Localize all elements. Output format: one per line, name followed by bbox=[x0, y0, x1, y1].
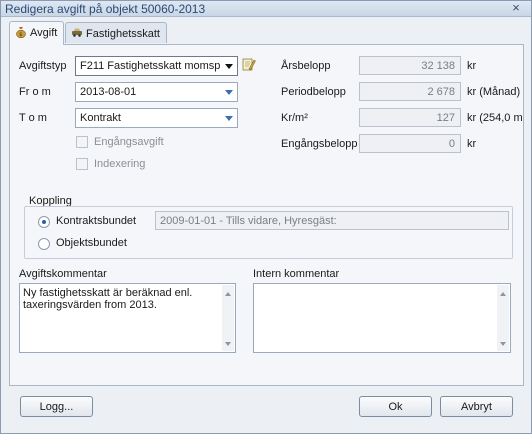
kontraktsbundet-label: Kontraktsbundet bbox=[56, 215, 137, 227]
periodbelopp-value: 2 678 bbox=[427, 86, 455, 98]
engangsavgift-checkbox[interactable] bbox=[76, 136, 88, 148]
objektsbundet-label: Objektsbundet bbox=[56, 237, 127, 249]
avgiftstyp-select[interactable]: F211 Fastighetsskatt momsp bbox=[75, 56, 238, 76]
engangsavgift-label: Engångsavgift bbox=[94, 136, 164, 148]
from-label: Fr o m bbox=[19, 86, 51, 98]
kontraktsbundet-radio[interactable] bbox=[38, 216, 50, 228]
logg-button-label: Logg... bbox=[39, 401, 74, 413]
arsbelopp-value: 32 138 bbox=[421, 60, 455, 72]
tab-panel-avgift: Avgiftstyp F211 Fastighetsskatt momsp Fr… bbox=[9, 44, 524, 386]
tom-select[interactable]: Kontrakt bbox=[75, 108, 238, 128]
tab-strip: $ Avgift Fastighetsskatt bbox=[9, 21, 524, 45]
intern-kommentar-label: Intern kommentar bbox=[253, 268, 340, 280]
avbryt-button[interactable]: Avbryt bbox=[440, 396, 513, 417]
tom-label: T o m bbox=[19, 112, 47, 124]
window-title: Redigera avgift på objekt 50060-2013 bbox=[5, 2, 206, 16]
krm2-unit: kr (254,0 m bbox=[467, 112, 523, 124]
engangsbelopp-field: 0 bbox=[359, 134, 461, 153]
chevron-down-icon bbox=[225, 64, 233, 69]
chevron-down-icon bbox=[225, 90, 233, 95]
ok-button-label: Ok bbox=[388, 401, 403, 413]
title-bar[interactable]: Redigera avgift på objekt 50060-2013 × bbox=[1, 1, 531, 17]
chevron-down-icon bbox=[225, 116, 233, 121]
kontrakt-text: 2009-01-01 - Tills vidare, Hyresgäst: bbox=[160, 215, 337, 227]
svg-text:$: $ bbox=[19, 32, 22, 38]
from-value: 2013-08-01 bbox=[80, 86, 137, 98]
tab-avgift[interactable]: $ Avgift bbox=[9, 21, 65, 45]
scroll-up-icon[interactable] bbox=[225, 292, 231, 296]
dialog-window: Redigera avgift på objekt 50060-2013 × $… bbox=[0, 0, 532, 434]
tab-avgift-label: Avgift bbox=[30, 27, 58, 39]
car-icon bbox=[72, 28, 82, 37]
tom-value: Kontrakt bbox=[80, 112, 121, 124]
arsbelopp-unit: kr bbox=[467, 60, 477, 72]
objektsbundet-radio[interactable] bbox=[38, 238, 50, 250]
engangsbelopp-value: 0 bbox=[448, 138, 455, 150]
periodbelopp-field: 2 678 bbox=[359, 82, 461, 101]
intern-kommentar-textarea[interactable] bbox=[253, 283, 511, 353]
periodbelopp-label: Periodbelopp bbox=[281, 86, 346, 98]
krm2-value: 127 bbox=[436, 112, 455, 124]
avgiftskommentar-textarea[interactable]: Ny fastighetsskatt är beräknad enl. taxe… bbox=[19, 283, 236, 353]
tab-fastighetsskatt[interactable]: Fastighetsskatt bbox=[65, 22, 167, 43]
engangsbelopp-unit: kr bbox=[467, 138, 477, 150]
logg-button[interactable]: Logg... bbox=[20, 396, 93, 417]
avgiftstyp-label: Avgiftstyp bbox=[19, 60, 67, 72]
krm2-field: 127 bbox=[359, 108, 461, 127]
krm2-label: Kr/m² bbox=[281, 112, 308, 124]
avgiftskommentar-text: Ny fastighetsskatt är beräknad enl. taxe… bbox=[23, 287, 193, 311]
close-button[interactable]: × bbox=[509, 1, 523, 15]
arsbelopp-label: Årsbelopp bbox=[281, 60, 331, 72]
avgiftstyp-value: F211 Fastighetsskatt momsp bbox=[80, 60, 221, 72]
indexering-label: Indexering bbox=[94, 158, 146, 170]
avgiftskommentar-scrollbar[interactable] bbox=[222, 285, 234, 351]
intern-kommentar-scrollbar[interactable] bbox=[497, 285, 509, 351]
arsbelopp-field: 32 138 bbox=[359, 56, 461, 75]
avgiftskommentar-label: Avgiftskommentar bbox=[19, 268, 107, 280]
periodbelopp-unit: kr (Månad) bbox=[467, 86, 521, 98]
scroll-up-icon[interactable] bbox=[500, 292, 506, 296]
tab-fastighetsskatt-label: Fastighetsskatt bbox=[86, 28, 160, 40]
money-bag-icon: $ bbox=[16, 27, 26, 38]
scroll-down-icon[interactable] bbox=[225, 342, 231, 346]
indexering-checkbox[interactable] bbox=[76, 158, 88, 170]
notepad-edit-icon[interactable] bbox=[242, 57, 256, 72]
from-date-picker[interactable]: 2013-08-01 bbox=[75, 82, 238, 102]
scroll-down-icon[interactable] bbox=[500, 342, 506, 346]
ok-button[interactable]: Ok bbox=[359, 396, 432, 417]
engangsbelopp-label: Engångsbelopp bbox=[281, 138, 358, 150]
kontrakt-field: 2009-01-01 - Tills vidare, Hyresgäst: bbox=[155, 211, 509, 230]
avbryt-button-label: Avbryt bbox=[461, 401, 492, 413]
